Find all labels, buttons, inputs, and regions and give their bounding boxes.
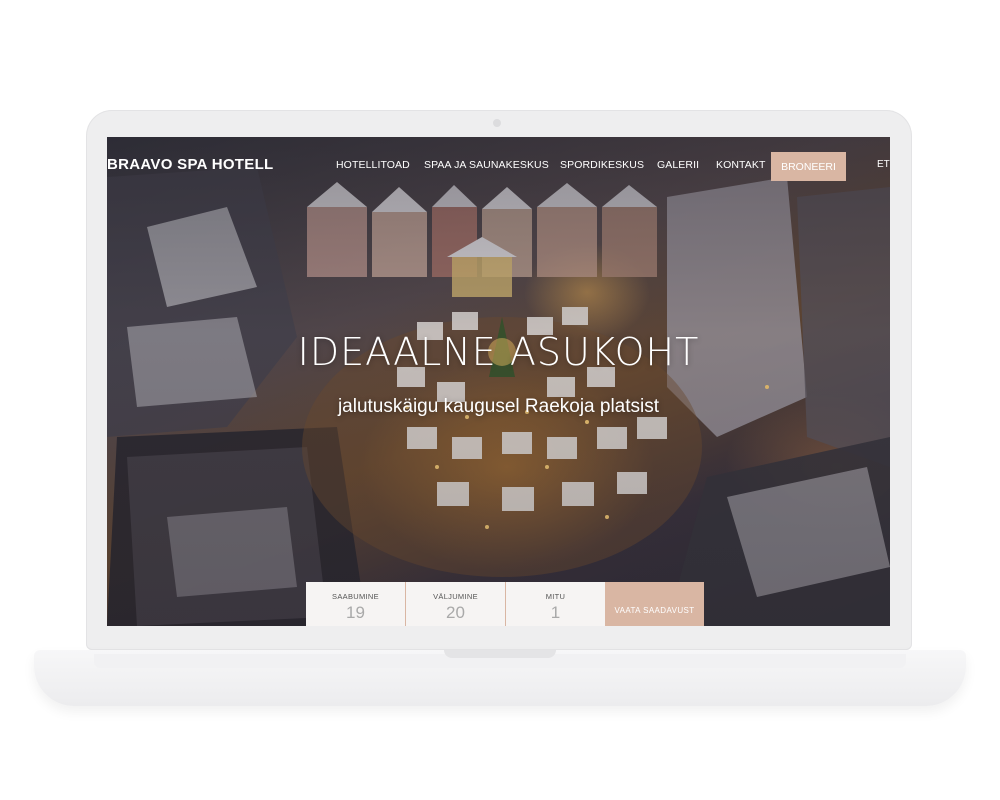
website-screen: BRAAVO SPA HOTELL HOTELLITOAD SPAA JA SA…: [107, 137, 890, 626]
guests-field[interactable]: MITU 1: [505, 582, 605, 626]
hero-overlay: [107, 137, 890, 626]
hinge-notch: [444, 650, 556, 658]
nav-item-galerii[interactable]: GALERII: [657, 159, 699, 171]
language-switcher[interactable]: ET: [877, 159, 890, 170]
nav-item-hotellitoad[interactable]: HOTELLITOAD: [336, 159, 410, 171]
guests-value: 1: [550, 603, 561, 622]
arrival-value: 19: [346, 603, 365, 622]
hero-title: IDEAALNE ASUKOHT: [297, 330, 700, 374]
booking-bar: SAABUMINE 19 VÄLJUMINE 20 MITU 1 VAATA S…: [306, 582, 704, 626]
departure-value: 20: [446, 603, 465, 622]
nav-item-spaa[interactable]: SPAA JA SAUNAKESKUS: [424, 159, 549, 171]
nav-item-spordikeskus[interactable]: SPORDIKESKUS: [560, 159, 644, 171]
camera-icon: [493, 119, 501, 127]
laptop-base: [34, 650, 966, 706]
departure-label: VÄLJUMINE: [433, 592, 478, 601]
arrival-label: SAABUMINE: [332, 592, 379, 601]
departure-field[interactable]: VÄLJUMINE 20: [405, 582, 505, 626]
arrival-field[interactable]: SAABUMINE 19: [306, 582, 405, 626]
guests-label: MITU: [545, 592, 566, 601]
nav-item-kontakt[interactable]: KONTAKT: [716, 159, 766, 171]
check-availability-button[interactable]: VAATA SAADAVUST: [605, 582, 704, 626]
book-button[interactable]: BRONEERI: [771, 152, 846, 181]
hero-subtitle: jalutuskäigu kaugusel Raekoja platsist: [337, 396, 660, 417]
